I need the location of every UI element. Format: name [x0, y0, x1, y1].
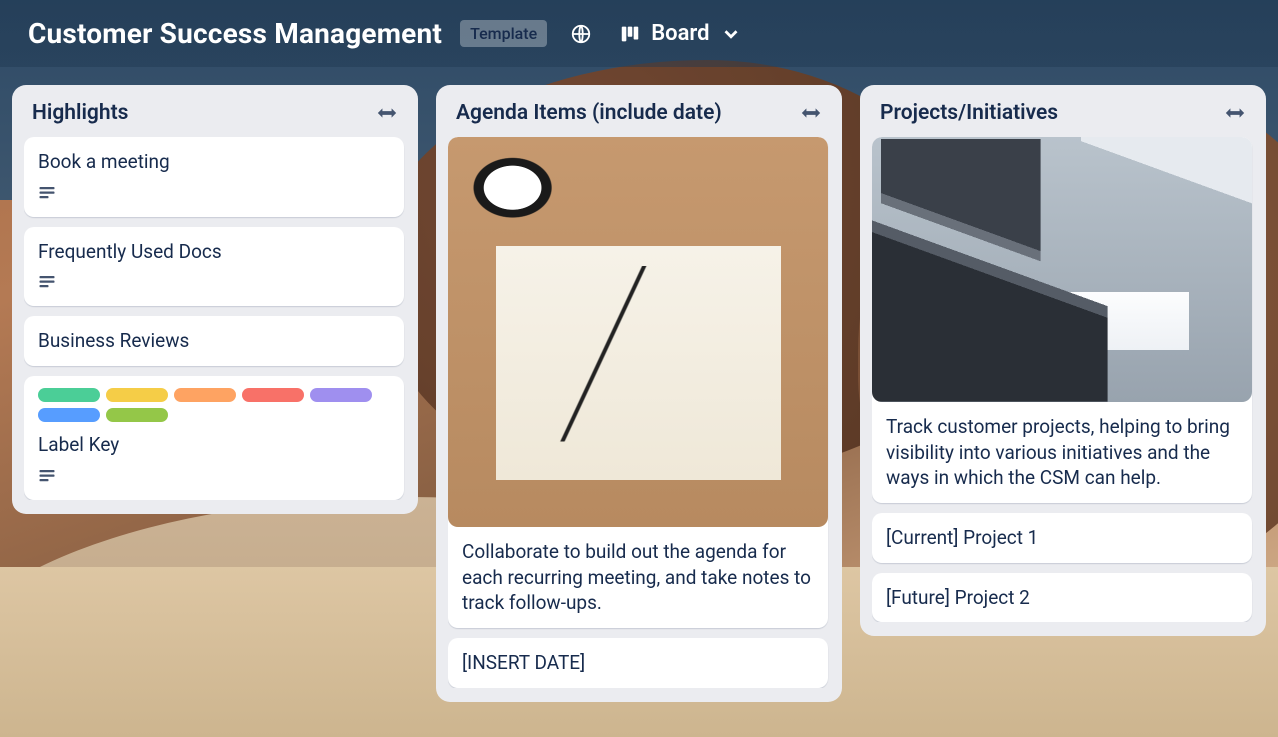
- card-title: Frequently Used Docs: [38, 239, 390, 265]
- card-title: [Future] Project 2: [886, 585, 1238, 611]
- card-label[interactable]: [242, 388, 304, 402]
- card[interactable]: [Future] Project 2: [872, 573, 1252, 623]
- card[interactable]: Collaborate to build out the agenda for …: [448, 137, 828, 628]
- list-header: Projects/Initiatives: [872, 97, 1254, 127]
- card[interactable]: Track customer projects, helping to brin…: [872, 137, 1252, 503]
- list-header: Highlights: [24, 97, 406, 127]
- globe-icon[interactable]: [565, 18, 597, 50]
- card-title: Book a meeting: [38, 149, 390, 175]
- collapse-list-icon[interactable]: [1224, 104, 1246, 122]
- card[interactable]: [INSERT DATE]: [448, 638, 828, 688]
- list-title[interactable]: Highlights: [32, 101, 128, 125]
- card-label[interactable]: [38, 388, 100, 402]
- card-label[interactable]: [174, 388, 236, 402]
- description-icon: [38, 468, 390, 488]
- card-label[interactable]: [310, 388, 372, 402]
- list-highlights: Highlights Book a meeting: [12, 85, 418, 514]
- list-header: Agenda Items (include date): [448, 97, 830, 127]
- card-cover-image: [448, 137, 828, 527]
- card-title: Business Reviews: [38, 328, 390, 354]
- description-icon: [38, 274, 390, 294]
- list-agenda-items: Agenda Items (include date) Collaborate …: [436, 85, 842, 702]
- list-title[interactable]: Projects/Initiatives: [880, 101, 1058, 125]
- list-cards: Book a meeting Frequently Used Docs: [24, 137, 406, 500]
- card-cover-image: [872, 137, 1252, 402]
- board-canvas[interactable]: Highlights Book a meeting: [0, 67, 1278, 720]
- card-label-key[interactable]: Label Key: [24, 376, 404, 500]
- template-badge[interactable]: Template: [460, 20, 547, 47]
- board-header: Customer Success Management Template Boa…: [0, 0, 1278, 67]
- view-switcher[interactable]: Board: [615, 19, 745, 48]
- chevron-down-icon: [720, 23, 742, 45]
- list-projects-initiatives: Projects/Initiatives Track customer proj…: [860, 85, 1266, 636]
- card-title: [Current] Project 1: [886, 525, 1238, 551]
- board-view-icon: [619, 23, 641, 45]
- card[interactable]: Book a meeting: [24, 137, 404, 217]
- description-icon: [38, 185, 390, 205]
- card-label[interactable]: [38, 408, 100, 422]
- card[interactable]: [Current] Project 1: [872, 513, 1252, 563]
- list-title[interactable]: Agenda Items (include date): [456, 101, 722, 125]
- collapse-list-icon[interactable]: [800, 104, 822, 122]
- card-label[interactable]: [106, 408, 168, 422]
- card[interactable]: Business Reviews: [24, 316, 404, 366]
- list-cards: Track customer projects, helping to brin…: [872, 137, 1254, 622]
- card-labels: [38, 388, 390, 422]
- board-title[interactable]: Customer Success Management: [28, 17, 442, 50]
- list-cards: Collaborate to build out the agenda for …: [448, 137, 830, 688]
- card-title: [INSERT DATE]: [462, 650, 814, 676]
- card-title: Collaborate to build out the agenda for …: [462, 539, 814, 616]
- card-label[interactable]: [106, 388, 168, 402]
- card-title: Label Key: [38, 432, 390, 458]
- collapse-list-icon[interactable]: [376, 104, 398, 122]
- card[interactable]: Frequently Used Docs: [24, 227, 404, 307]
- card-title: Track customer projects, helping to brin…: [886, 414, 1238, 491]
- view-label: Board: [651, 21, 709, 46]
